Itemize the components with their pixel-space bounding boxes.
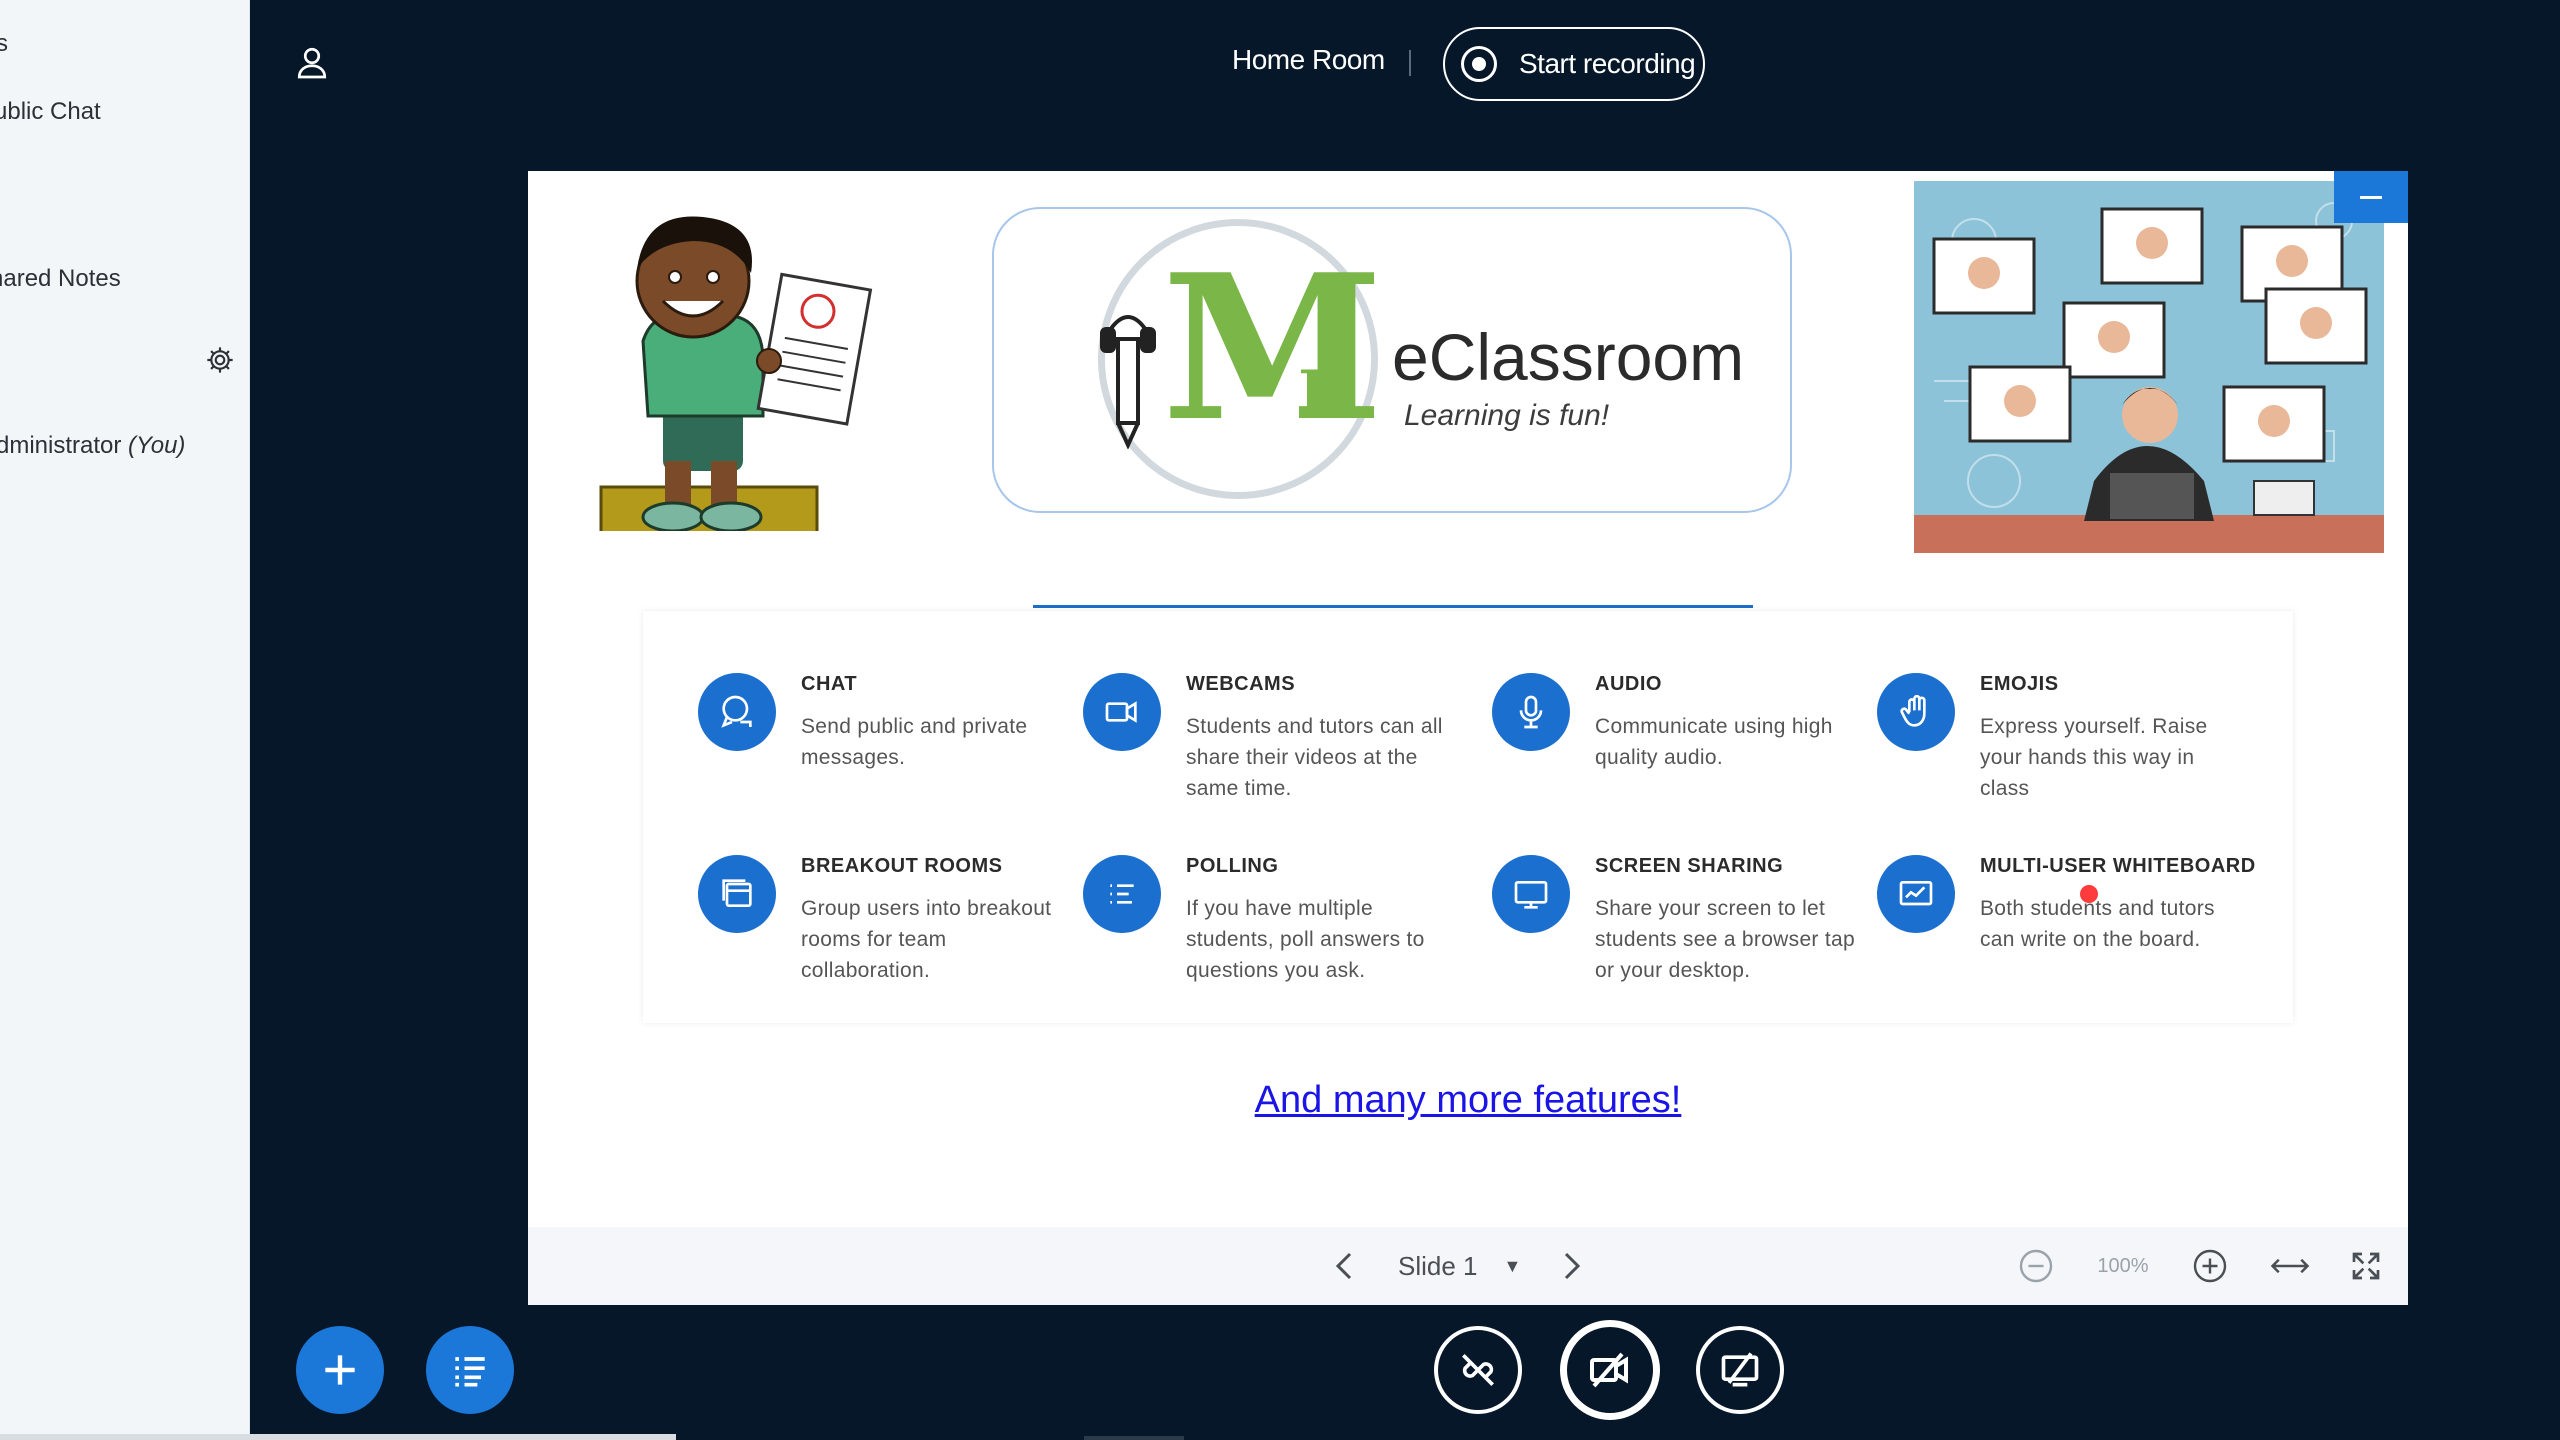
zoom-in-button[interactable]: [2188, 1227, 2232, 1305]
fullscreen-button[interactable]: [2346, 1227, 2386, 1305]
feature-description: Share your screen to let students see a …: [1595, 897, 1855, 982]
features-card: CHAT Send public and private messages. W…: [643, 611, 2293, 1023]
feature-description: If you have multiple students, poll answ…: [1186, 897, 1425, 982]
arrows-horizontal-icon: [2270, 1258, 2310, 1274]
feature-description: Express yourself. Raise your hands this …: [1980, 715, 2208, 800]
feature-title: CHAT: [801, 673, 858, 695]
slide-canvas[interactable]: M E eClassroom Learning is fun! CHAT Sen…: [528, 171, 2408, 1227]
minus-circle-icon: [2019, 1249, 2053, 1283]
feature-description: Communicate using high quality audio.: [1595, 715, 1833, 769]
logo-title: eClassroom: [1392, 320, 1745, 394]
audio-off-icon: [1462, 1354, 1494, 1386]
feature-description: Group users into breakout rooms for team…: [801, 897, 1052, 982]
next-slide-button[interactable]: [1552, 1227, 1592, 1305]
pointer-cursor-dot: [2080, 885, 2098, 903]
join-audio-button[interactable]: [1434, 1326, 1522, 1414]
microphone-icon: [1492, 673, 1570, 751]
logo-letter-m: M: [1162, 231, 1384, 466]
chevron-right-icon: [1564, 1252, 1581, 1280]
start-recording-button[interactable]: Start recording: [1443, 27, 1705, 101]
webcam-off-icon: [1590, 1352, 1628, 1388]
expand-icon: [2352, 1252, 2380, 1280]
student-illustration: [599, 216, 873, 531]
logo-tagline: Learning is fun!: [1404, 399, 1610, 432]
user-you-label: (You): [128, 432, 186, 459]
record-icon: [1461, 46, 1497, 82]
actions-add-button[interactable]: [296, 1326, 384, 1414]
feature-description: Students and tutors can all share their …: [1186, 715, 1443, 800]
slide-divider: [1033, 605, 1753, 608]
whiteboard-icon: [1877, 855, 1955, 933]
record-label: Start recording: [1519, 48, 1696, 79]
feature-title: POLLING: [1186, 855, 1279, 877]
feature-title: MULTI-USER WHITEBOARD: [1980, 855, 2256, 877]
room-title: Home Room: [1232, 44, 1385, 75]
share-webcam-button[interactable]: [1560, 1320, 1660, 1420]
user-name: dministrator: [0, 432, 122, 459]
screenshare-off-icon: [1721, 1352, 1759, 1387]
feature-title: EMOJIS: [1980, 673, 2059, 695]
sidebar-item-public-chat[interactable]: ublic Chat: [0, 98, 101, 126]
screen-icon: [1492, 855, 1570, 933]
poll-icon: [1083, 855, 1161, 933]
plus-icon: [325, 1355, 355, 1385]
chat-icon: [698, 673, 776, 751]
list-icon: [455, 1357, 485, 1387]
bottom-marker: [1084, 1436, 1184, 1440]
hand-icon: [1877, 673, 1955, 751]
bottom-scrollbar: [0, 1434, 676, 1440]
gear-icon[interactable]: [204, 344, 236, 376]
pencil-headphones-icon: [1100, 315, 1156, 449]
presentation-area: M E eClassroom Learning is fun! CHAT Sen…: [528, 171, 2408, 1305]
sidebar-top-label: s: [0, 30, 8, 57]
zoom-level: 100%: [2097, 1254, 2149, 1277]
feature-title: WEBCAMS: [1186, 673, 1296, 695]
header-divider: [1409, 50, 1411, 76]
logo-box: M E eClassroom Learning is fun!: [992, 207, 1792, 513]
share-screen-button[interactable]: [1696, 1326, 1784, 1414]
chevron-left-icon: [1335, 1252, 1352, 1280]
zoom-out-button[interactable]: [2014, 1227, 2058, 1305]
feature-title: SCREEN SHARING: [1595, 855, 1784, 877]
feature-title: BREAKOUT ROOMS: [801, 855, 1003, 877]
sidebar-user-item[interactable]: dministrator (You): [0, 432, 185, 460]
user-icon[interactable]: [294, 44, 330, 80]
presentation-toolbar: Slide 1 ▼ 100%: [528, 1227, 2408, 1305]
minimize-presentation-button[interactable]: [2334, 171, 2408, 223]
poll-list-button[interactable]: [426, 1326, 514, 1414]
caret-down-icon: ▼: [1503, 1255, 1522, 1276]
more-features-link[interactable]: And many more features!: [528, 1079, 2408, 1122]
slide-select[interactable]: Slide 1 ▼: [1398, 1227, 1548, 1305]
video-icon: [1083, 673, 1161, 751]
minus-icon: [2360, 195, 2382, 199]
breakout-icon: [698, 855, 776, 933]
slide-select-label: Slide 1: [1398, 1250, 1478, 1281]
plus-circle-icon: [2193, 1249, 2227, 1283]
sidebar-item-shared-notes[interactable]: hared Notes: [0, 265, 121, 293]
previous-slide-button[interactable]: [1324, 1227, 1364, 1305]
feature-description: Send public and private messages.: [801, 715, 1028, 769]
fit-to-width-button[interactable]: [2266, 1227, 2314, 1305]
online-class-illustration: [1914, 181, 2384, 553]
feature-description: Both students and tutors can write on th…: [1980, 897, 2215, 951]
sidebar: s ublic Chat hared Notes dministrator (Y…: [0, 0, 250, 1440]
logo-letter-e: E: [1298, 357, 1347, 432]
feature-title: AUDIO: [1595, 673, 1662, 695]
